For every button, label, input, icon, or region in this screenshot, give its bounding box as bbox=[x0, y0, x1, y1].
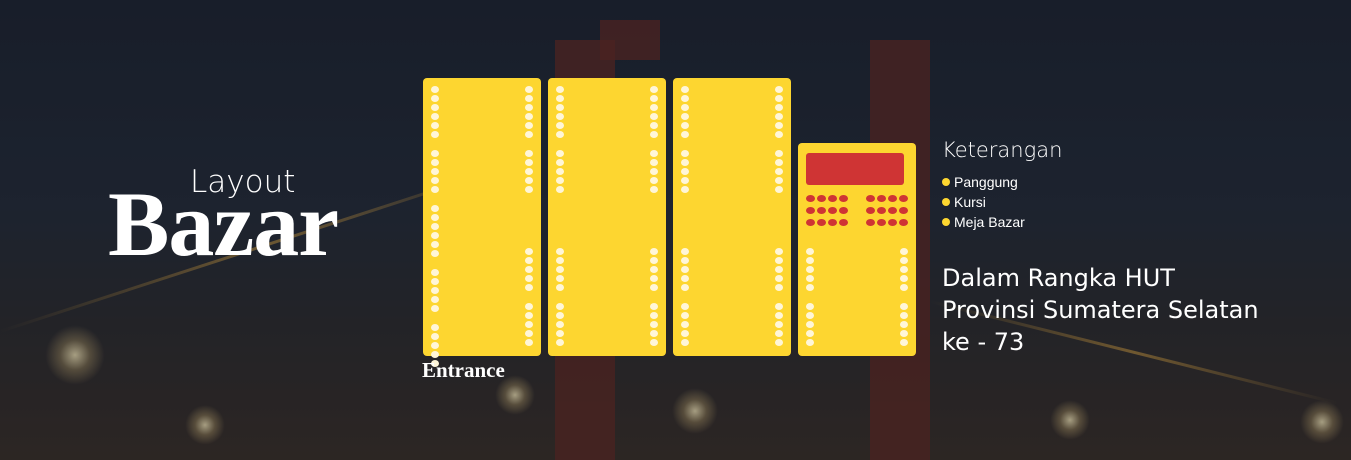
bullet-icon bbox=[942, 178, 950, 186]
seat-column-right-lower bbox=[650, 248, 658, 348]
legend-title: Keterangan bbox=[942, 138, 1063, 162]
seat-column-left-lower bbox=[806, 248, 814, 348]
seat-column-right bbox=[775, 86, 783, 195]
seat-column-right-lower bbox=[525, 248, 533, 348]
entrance-label: Entrance bbox=[422, 358, 505, 382]
legend-item-panggung: Panggung bbox=[942, 172, 1025, 192]
event-description: Dalam Rangka HUT Provinsi Sumatera Selat… bbox=[942, 262, 1259, 358]
seating-block-1 bbox=[423, 78, 541, 367]
seat-column-right-lower bbox=[900, 248, 908, 348]
bazaar-tables bbox=[806, 195, 908, 226]
stage-block bbox=[798, 143, 916, 356]
seat-column-left-lower bbox=[556, 248, 564, 348]
event-line-3: ke - 73 bbox=[942, 328, 1025, 356]
legend-item-meja-bazar: Meja Bazar bbox=[942, 212, 1025, 232]
seating-block-3 bbox=[673, 78, 791, 356]
event-line-1: Dalam Rangka HUT bbox=[942, 264, 1175, 292]
seat-column-left bbox=[431, 86, 439, 369]
seat-column-left bbox=[556, 86, 564, 195]
title-bazar: Bazar bbox=[108, 173, 339, 275]
legend-label: Panggung bbox=[954, 174, 1018, 190]
stage bbox=[806, 153, 904, 185]
legend: Panggung Kursi Meja Bazar bbox=[942, 172, 1025, 232]
legend-label: Kursi bbox=[954, 194, 986, 210]
event-line-2: Provinsi Sumatera Selatan bbox=[942, 296, 1259, 324]
seat-column-left bbox=[681, 86, 689, 195]
bullet-icon bbox=[942, 198, 950, 206]
seat-column-right-lower bbox=[775, 248, 783, 348]
legend-label: Meja Bazar bbox=[954, 214, 1025, 230]
seat-column-right bbox=[650, 86, 658, 195]
seat-column-left-lower bbox=[681, 248, 689, 348]
legend-item-kursi: Kursi bbox=[942, 192, 1025, 212]
seating-block-2 bbox=[548, 78, 666, 356]
bullet-icon bbox=[942, 218, 950, 226]
seat-column-right bbox=[525, 86, 533, 195]
